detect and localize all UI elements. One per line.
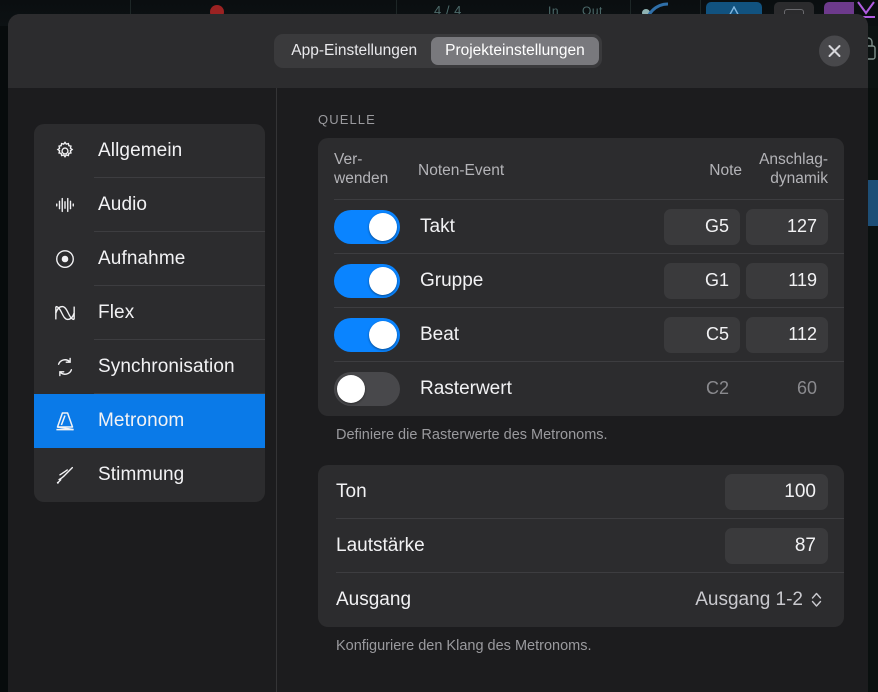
sound-section-footnote: Konfiguriere den Klang des Metronoms. xyxy=(318,638,844,654)
sidebar-item-audio[interactable]: Audio xyxy=(34,178,265,232)
sound-settings-card: Ton 100 Lautstärke 87 Ausgang Ausgang 1-… xyxy=(318,465,844,627)
note-field-beat[interactable]: C5 xyxy=(664,317,740,353)
setting-row-lautstaerke: Lautstärke 87 xyxy=(318,519,844,573)
column-header-velocity: Anschlag- dynamik xyxy=(742,151,828,189)
sidebar-item-label: Stimmung xyxy=(98,464,184,486)
setting-row-ton: Ton 100 xyxy=(318,465,844,519)
setting-label: Ausgang xyxy=(336,589,695,611)
close-icon xyxy=(827,44,842,59)
sync-icon xyxy=(50,356,80,378)
settings-dialog: App-Einstellungen Projekteinstellungen xyxy=(8,14,868,692)
velocity-field-takt[interactable]: 127 xyxy=(746,209,828,245)
column-header-use: Ver- wenden xyxy=(334,151,406,189)
sidebar-item-aufnahme[interactable]: Aufnahme xyxy=(34,232,265,286)
tab-project-settings-label: Projekteinstellungen xyxy=(445,42,585,60)
settings-scope-segmented-control[interactable]: App-Einstellungen Projekteinstellungen xyxy=(274,34,601,68)
row-label: Rasterwert xyxy=(400,378,664,400)
source-table: Ver- wenden Noten-Event Note Anschlag- d… xyxy=(318,138,844,416)
source-table-header: Ver- wenden Noten-Event Note Anschlag- d… xyxy=(318,138,844,200)
note-field-gruppe[interactable]: G1 xyxy=(664,263,740,299)
row-label: Takt xyxy=(400,216,664,238)
divider xyxy=(94,501,265,502)
row-label: Gruppe xyxy=(400,270,664,292)
velocity-field-beat[interactable]: 112 xyxy=(746,317,828,353)
sidebar-item-label: Allgemein xyxy=(98,140,182,162)
column-header-note: Note xyxy=(666,151,742,181)
flex-icon xyxy=(50,302,80,324)
sidebar-item-flex[interactable]: Flex xyxy=(34,286,265,340)
sidebar-item-label: Flex xyxy=(98,302,134,324)
waveform-icon xyxy=(50,194,80,216)
column-header-note-event: Noten-Event xyxy=(406,151,666,181)
chevron-up-down-icon xyxy=(810,590,823,609)
sidebar-item-label: Synchronisation xyxy=(98,356,235,378)
dialog-header: App-Einstellungen Projekteinstellungen xyxy=(8,14,868,88)
velocity-field-gruppe[interactable]: 119 xyxy=(746,263,828,299)
ton-value-field[interactable]: 100 xyxy=(725,474,828,510)
record-icon xyxy=(50,248,80,270)
source-section-footnote: Definiere die Rasterwerte des Metronoms. xyxy=(318,427,844,443)
toggle-knob xyxy=(369,213,397,241)
toggle-knob xyxy=(369,267,397,295)
tab-app-settings-label: App-Einstellungen xyxy=(291,42,417,60)
table-row: Takt G5 127 xyxy=(318,200,844,254)
sidebar-item-label: Metronom xyxy=(98,410,184,432)
setting-row-ausgang: Ausgang Ausgang 1-2 xyxy=(318,573,844,627)
table-row: Gruppe G1 119 xyxy=(318,254,844,308)
source-section-caption: QUELLE xyxy=(318,112,844,127)
sidebar-item-stimmung[interactable]: Stimmung xyxy=(34,448,265,502)
column-header-velocity-line2: dynamik xyxy=(750,170,828,189)
sidebar-item-synchronisation[interactable]: Synchronisation xyxy=(34,340,265,394)
ausgang-popup-button[interactable]: Ausgang 1-2 xyxy=(695,589,828,611)
lautstaerke-value-field[interactable]: 87 xyxy=(725,528,828,564)
screen: 4 / 4 In Out xyxy=(0,0,878,692)
settings-content: QUELLE Ver- wenden Noten-Event Note Ansc… xyxy=(277,88,868,692)
note-field-takt[interactable]: G5 xyxy=(664,209,740,245)
sidebar-item-allgemein[interactable]: Allgemein xyxy=(34,124,265,178)
toggle-gruppe[interactable] xyxy=(334,264,400,298)
toggle-knob xyxy=(369,321,397,349)
spacer xyxy=(318,443,844,465)
column-header-velocity-line1: Anschlag- xyxy=(750,151,828,170)
table-row: Rasterwert C2 60 xyxy=(318,362,844,416)
note-field-rasterwert: C2 xyxy=(664,371,740,407)
velocity-field-rasterwert: 60 xyxy=(746,371,828,407)
table-row: Beat C5 112 xyxy=(318,308,844,362)
sidebar-item-label: Aufnahme xyxy=(98,248,185,270)
toggle-rasterwert[interactable] xyxy=(334,372,400,406)
column-header-use-line2: wenden xyxy=(334,170,406,189)
tab-app-settings[interactable]: App-Einstellungen xyxy=(277,37,431,65)
gear-icon xyxy=(50,140,80,162)
setting-label: Lautstärke xyxy=(336,535,725,557)
close-button[interactable] xyxy=(819,36,850,67)
sidebar-item-label: Audio xyxy=(98,194,147,216)
ausgang-value: Ausgang 1-2 xyxy=(695,589,803,611)
column-header-use-line1: Ver- xyxy=(334,151,406,170)
sidebar-item-metronom[interactable]: Metronom xyxy=(34,394,265,448)
setting-label: Ton xyxy=(336,481,725,503)
tuning-fork-icon xyxy=(50,464,80,486)
toggle-beat[interactable] xyxy=(334,318,400,352)
sidebar-list: Allgemein Audio xyxy=(34,124,265,502)
row-label: Beat xyxy=(400,324,664,346)
metronome-icon xyxy=(50,410,80,432)
toggle-knob xyxy=(337,375,365,403)
toggle-takt[interactable] xyxy=(334,210,400,244)
settings-sidebar: Allgemein Audio xyxy=(8,88,277,692)
tab-project-settings[interactable]: Projekteinstellungen xyxy=(431,37,599,65)
dialog-body: Allgemein Audio xyxy=(8,88,868,692)
